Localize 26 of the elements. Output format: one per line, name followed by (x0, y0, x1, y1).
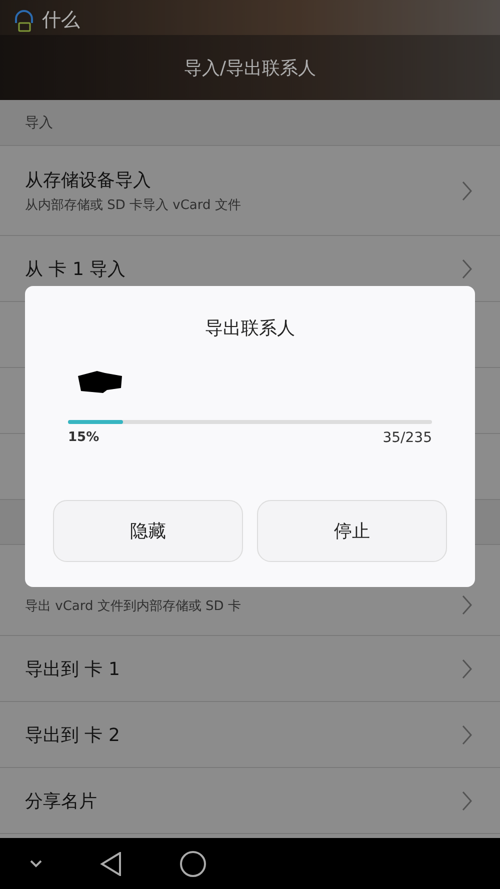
headset-icon (14, 9, 34, 33)
row-title[interactable]: 分享名片 (25, 788, 97, 812)
chevron-right-icon (462, 180, 472, 200)
hide-button[interactable]: 隐藏 (53, 500, 243, 562)
home-icon[interactable] (180, 850, 206, 876)
redaction-mark (77, 370, 123, 394)
chevron-right-icon (462, 724, 472, 744)
back-icon[interactable] (100, 852, 122, 876)
row-title[interactable]: 导出到 卡 1 (25, 656, 120, 680)
chevron-down-icon[interactable] (30, 860, 42, 868)
chevron-right-icon (462, 258, 472, 278)
chevron-right-icon (462, 790, 472, 810)
row-subtitle: 导出 vCard 文件到内部存储或 SD 卡 (25, 598, 241, 615)
dialog-title: 导出联系人 (205, 317, 295, 340)
page-title: 导入/导出联系人 (184, 56, 316, 80)
progress-count: 35/235 (382, 430, 432, 446)
notification-text: 什么 (42, 8, 80, 33)
row-title[interactable]: 导出到 卡 2 (25, 722, 120, 746)
chevron-right-icon (462, 595, 472, 615)
row-title[interactable]: 从存储设备导入 (25, 168, 241, 192)
row-subtitle: 从内部存储或 SD 卡导入 vCard 文件 (25, 196, 241, 214)
progress-percent: 15% (68, 430, 100, 446)
section-header: 导入 (25, 114, 53, 132)
row-title[interactable]: 从 卡 1 导入 (25, 256, 126, 280)
chevron-right-icon (462, 658, 472, 678)
stop-button[interactable]: 停止 (257, 500, 447, 562)
